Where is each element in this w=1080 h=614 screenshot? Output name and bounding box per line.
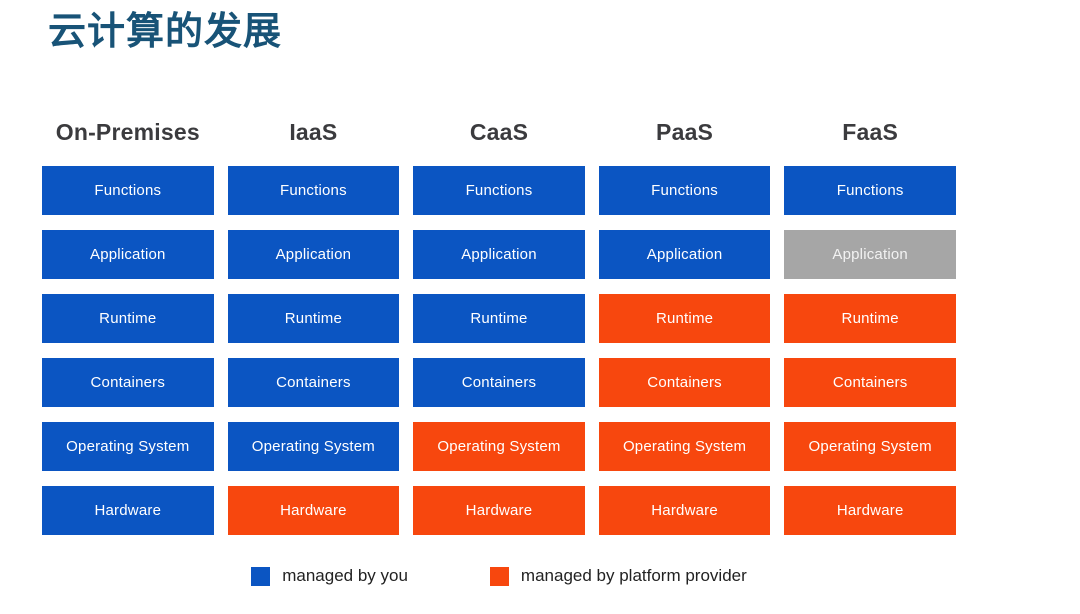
matrix-row-application: Application Application Application Appl… — [42, 230, 956, 279]
cell-iaas-runtime: Runtime — [227, 294, 400, 343]
cell-on-premises-functions: Functions — [42, 166, 214, 215]
cell-caas-containers: Containers — [413, 358, 585, 407]
matrix-header-row: On-Premises IaaS CaaS PaaS FaaS — [42, 104, 956, 160]
cell-paas-operating-system: Operating System — [598, 422, 771, 471]
legend-item-managed-by-you: managed by you — [251, 566, 408, 586]
cell-on-premises-hardware: Hardware — [42, 486, 214, 535]
cell-paas-hardware: Hardware — [598, 486, 771, 535]
legend-item-managed-by-platform-provider: managed by platform provider — [489, 566, 747, 586]
cell-caas-application: Application — [413, 230, 585, 279]
matrix-row-containers: Containers Containers Containers Contain… — [42, 358, 956, 407]
cell-iaas-containers: Containers — [227, 358, 400, 407]
legend-label-managed-by-you: managed by you — [282, 566, 408, 585]
column-header-on-premises: On-Premises — [55, 118, 200, 145]
legend-swatch-blue-icon — [251, 566, 271, 586]
cell-faas-runtime: Runtime — [784, 294, 956, 343]
matrix-row-functions: Functions Functions Functions Functions … — [42, 166, 956, 215]
cell-iaas-functions: Functions — [227, 166, 400, 215]
legend-label-managed-by-platform-provider: managed by platform provider — [520, 566, 747, 585]
cell-faas-application: Application — [784, 230, 956, 279]
cell-caas-functions: Functions — [413, 166, 585, 215]
page-title: 云计算的发展 — [48, 11, 283, 53]
legend: managed by you managed by platform provi… — [42, 566, 956, 586]
cell-iaas-hardware: Hardware — [227, 486, 400, 535]
cell-on-premises-containers: Containers — [42, 358, 214, 407]
matrix-body: Functions Functions Functions Functions … — [42, 166, 956, 535]
matrix-row-hardware: Hardware Hardware Hardware Hardware Hard… — [42, 486, 956, 535]
column-header-faas: FaaS — [842, 118, 899, 145]
cell-caas-hardware: Hardware — [413, 486, 585, 535]
column-header-paas: PaaS — [656, 118, 714, 145]
cell-faas-operating-system: Operating System — [784, 422, 956, 471]
cell-on-premises-runtime: Runtime — [42, 294, 214, 343]
cell-on-premises-application: Application — [42, 230, 214, 279]
column-header-iaas: IaaS — [289, 118, 338, 145]
cell-faas-hardware: Hardware — [784, 486, 956, 535]
matrix-row-runtime: Runtime Runtime Runtime Runtime Runtime — [42, 294, 956, 343]
cell-iaas-application: Application — [227, 230, 400, 279]
legend-swatch-orange-icon — [489, 566, 509, 586]
cell-faas-containers: Containers — [784, 358, 956, 407]
column-header-caas: CaaS — [469, 118, 529, 145]
cell-paas-runtime: Runtime — [598, 294, 771, 343]
cell-paas-containers: Containers — [598, 358, 771, 407]
cell-paas-functions: Functions — [598, 166, 771, 215]
matrix-row-operating-system: Operating System Operating System Operat… — [42, 422, 956, 471]
cell-caas-operating-system: Operating System — [413, 422, 585, 471]
cell-faas-functions: Functions — [784, 166, 956, 215]
cell-paas-application: Application — [598, 230, 771, 279]
cell-on-premises-operating-system: Operating System — [42, 422, 214, 471]
cell-iaas-operating-system: Operating System — [227, 422, 400, 471]
cloud-service-model-matrix: On-Premises IaaS CaaS PaaS FaaS Function… — [42, 104, 956, 535]
cell-caas-runtime: Runtime — [413, 294, 585, 343]
